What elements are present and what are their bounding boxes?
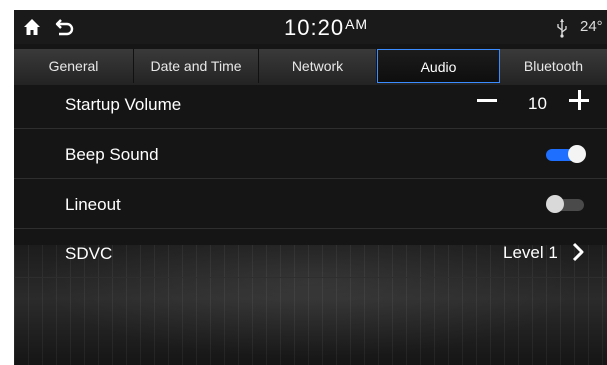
startup-volume-label: Startup Volume: [65, 95, 182, 114]
tab-general[interactable]: General: [14, 49, 134, 83]
setting-row-sdvc[interactable]: SDVC Level 1: [14, 228, 607, 278]
status-bar: 10:20AM 24°: [14, 10, 607, 44]
lineout-toggle[interactable]: [546, 194, 586, 214]
sdvc-value: Level 1: [503, 243, 558, 262]
volume-increase-button[interactable]: [569, 90, 589, 110]
lineout-label: Lineout: [65, 195, 121, 214]
setting-row-startup-volume: Startup Volume 10: [14, 79, 607, 129]
beep-sound-label: Beep Sound: [65, 145, 159, 164]
clock-time: 10:20: [284, 15, 345, 40]
setting-row-beep-sound: Beep Sound: [14, 129, 607, 179]
toggle-knob: [568, 145, 586, 163]
volume-value: 10: [528, 94, 547, 113]
back-icon[interactable]: [54, 16, 76, 38]
tab-bluetooth[interactable]: Bluetooth: [500, 49, 607, 83]
volume-decrease-button[interactable]: [477, 99, 497, 102]
tab-network[interactable]: Network: [259, 49, 377, 83]
sdvc-label: SDVC: [65, 244, 113, 263]
clock-ampm: AM: [345, 16, 369, 32]
tab-date-and-time[interactable]: Date and Time: [134, 49, 259, 83]
infotainment-screen: 10:20AM 24° General Date and Time Networ…: [14, 10, 607, 365]
setting-row-lineout: Lineout: [14, 179, 607, 229]
clock: 10:20AM: [284, 15, 368, 41]
row-divider: [14, 277, 607, 278]
temperature-readout: 24°: [580, 18, 603, 35]
beep-sound-toggle[interactable]: [546, 144, 586, 164]
home-icon[interactable]: [22, 17, 42, 37]
usb-icon: [555, 18, 569, 38]
toggle-knob: [546, 195, 564, 213]
tab-audio[interactable]: Audio: [377, 49, 500, 83]
chevron-right-icon[interactable]: [571, 242, 585, 262]
